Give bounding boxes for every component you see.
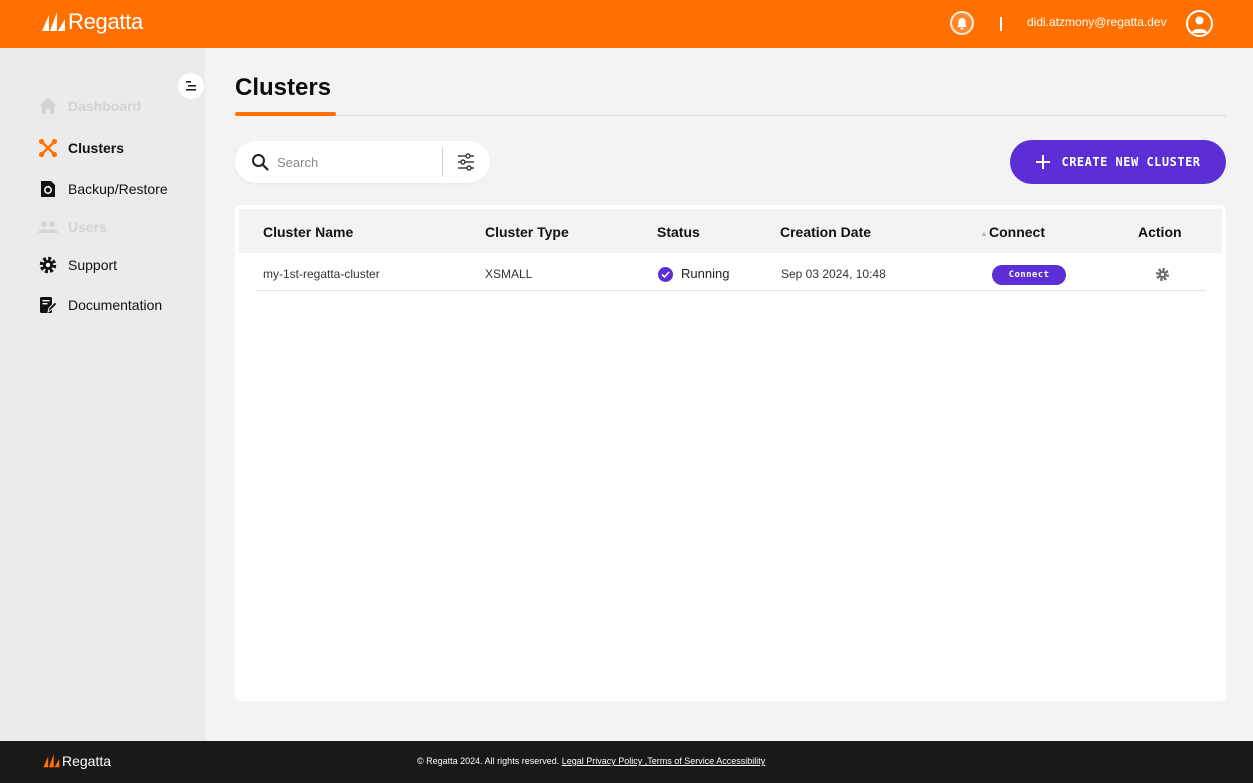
- column-header-status[interactable]: Status: [657, 224, 700, 240]
- copyright-text: © Regatta 2024. All rights reserved.: [417, 756, 560, 766]
- page-title: Clusters: [235, 74, 332, 101]
- backup-icon: [38, 179, 58, 199]
- connect-button[interactable]: Connect: [992, 265, 1066, 285]
- header-divider: [1000, 17, 1002, 31]
- sidebar-item-dashboard[interactable]: Dashboard: [38, 96, 141, 116]
- sidebar-item-label: Users: [68, 219, 107, 235]
- filter-sliders-icon[interactable]: [456, 152, 476, 172]
- top-bar: Regatta didi.atzmony@regatta.dev: [0, 0, 1253, 48]
- column-header-cluster-name[interactable]: Cluster Name: [263, 224, 353, 240]
- collapse-menu-icon[interactable]: [178, 73, 204, 99]
- cell-creation-date: Sep 03 2024, 10:48: [781, 267, 886, 281]
- footer: Regatta © Regatta 2024. All rights reser…: [0, 741, 1253, 783]
- cell-cluster-name[interactable]: my-1st-regatta-cluster: [263, 267, 380, 281]
- sidebar-item-documentation[interactable]: Documentation: [38, 295, 162, 315]
- support-gear-icon: [38, 255, 58, 275]
- sidebar-item-label: Clusters: [68, 140, 125, 156]
- sidebar-item-clusters[interactable]: Clusters: [38, 138, 124, 158]
- create-button-label: CREATE NEW CLUSTER: [1061, 155, 1201, 169]
- plus-icon: [1036, 155, 1051, 169]
- sidebar-item-label: Documentation: [68, 297, 163, 313]
- column-header-cluster-type[interactable]: Cluster Type: [485, 224, 569, 240]
- search-icon: [252, 154, 269, 171]
- table-row[interactable]: my-1st-regatta-cluster XSMALL Running Se…: [255, 254, 1206, 291]
- bell-icon[interactable]: [950, 11, 974, 35]
- title-divider: [235, 115, 1226, 116]
- search-divider: [442, 147, 443, 177]
- table-header: Cluster Name Cluster Type Status Creatio…: [239, 209, 1222, 253]
- sidebar-item-label: Backup/Restore: [68, 181, 168, 197]
- sidebar: Dashboard Clusters Backup/Restore Users: [0, 48, 205, 741]
- sidebar-item-users[interactable]: Users: [38, 217, 107, 237]
- cluster-nodes-icon: [38, 138, 58, 158]
- column-header-action: Action: [1138, 224, 1182, 240]
- search-box: [235, 141, 490, 183]
- check-circle-icon: [658, 267, 673, 283]
- sidebar-item-backup-restore[interactable]: Backup/Restore: [38, 179, 168, 199]
- regatta-sails-icon: [42, 12, 65, 31]
- sort-arrow-icon[interactable]: ▲: [980, 229, 988, 238]
- footer-brand-logo[interactable]: Regatta: [42, 753, 111, 769]
- user-email[interactable]: didi.atzmony@regatta.dev: [1027, 15, 1167, 29]
- create-new-cluster-button[interactable]: CREATE NEW CLUSTER: [1010, 140, 1226, 184]
- user-avatar-icon[interactable]: [1186, 10, 1213, 37]
- column-header-creation-date[interactable]: Creation Date: [780, 224, 871, 240]
- footer-brand-name: Regatta: [62, 753, 112, 769]
- users-icon: [38, 217, 58, 237]
- brand-logo[interactable]: Regatta: [40, 9, 143, 35]
- title-underline: [235, 112, 336, 116]
- footer-copyright: © Regatta 2024. All rights reserved. Leg…: [417, 756, 765, 766]
- sidebar-item-support[interactable]: Support: [38, 255, 117, 275]
- settings-gear-icon[interactable]: [1155, 267, 1170, 282]
- search-input[interactable]: [277, 151, 427, 173]
- cell-cluster-type: XSMALL: [485, 267, 533, 281]
- sidebar-item-label: Support: [68, 257, 118, 273]
- home-icon: [38, 96, 58, 116]
- clusters-table: Cluster Name Cluster Type Status Creatio…: [235, 205, 1226, 701]
- document-edit-icon: [38, 295, 58, 315]
- brand-name: Regatta: [68, 9, 143, 34]
- regatta-sails-icon: [43, 754, 60, 768]
- cell-status: Running: [658, 266, 730, 283]
- status-text: Running: [681, 266, 730, 281]
- sidebar-item-label: Dashboard: [68, 98, 142, 114]
- legal-links[interactable]: Legal Privacy Policy ,Terms of Service A…: [562, 756, 766, 766]
- column-header-connect[interactable]: Connect: [989, 224, 1045, 240]
